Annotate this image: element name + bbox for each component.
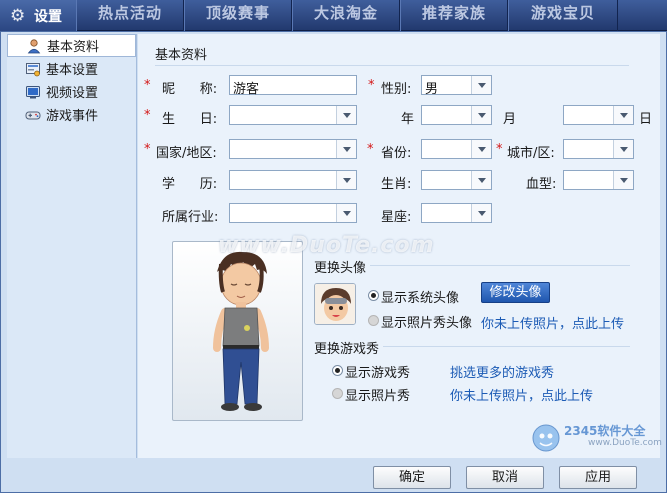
required-mark: * — [496, 142, 503, 157]
day-label: 日 — [639, 112, 653, 127]
industry-select[interactable] — [229, 203, 357, 223]
sidebar-item-game-events[interactable]: 游戏事件 — [7, 103, 136, 126]
show-photo-show-label: 显示照片秀 — [345, 389, 411, 404]
sidebar-item-label: 游戏事件 — [46, 109, 99, 124]
year-select[interactable] — [421, 105, 492, 125]
chevron-down-icon — [336, 204, 356, 222]
show-photo-avatar-label: 显示照片秀头像 — [381, 316, 473, 331]
cancel-button[interactable]: 取消 — [466, 466, 544, 489]
site-watermark: www.DuoTe.com — [218, 233, 435, 258]
month-select[interactable] — [563, 105, 634, 125]
show-game-show-label: 显示游戏秀 — [345, 366, 411, 381]
province-select[interactable] — [421, 139, 492, 159]
sidebar-item-label: 基本资料 — [47, 40, 100, 55]
chevron-down-icon — [471, 140, 491, 158]
required-mark: * — [144, 142, 151, 157]
required-mark: * — [367, 142, 374, 157]
game-show-preview — [172, 241, 303, 421]
constellation-label: 星座: — [381, 210, 412, 225]
ok-button[interactable]: 确定 — [373, 466, 451, 489]
user-icon — [26, 38, 42, 54]
chevron-down-icon — [336, 171, 356, 189]
gamepad-icon — [25, 107, 41, 123]
show-photo-avatar-radio[interactable] — [368, 315, 379, 326]
show-photo-show-radio[interactable] — [332, 388, 343, 399]
profile-panel: 基本资料 * 昵 称: 游客 * 性别: 男 * 生 日: 年 月 日 * 国家… — [138, 34, 660, 458]
apply-button[interactable]: 应用 — [559, 466, 637, 489]
education-label: 学 历: — [162, 177, 218, 192]
chevron-down-icon — [613, 171, 633, 189]
required-mark: * — [144, 108, 151, 123]
chevron-down-icon — [471, 76, 491, 94]
section-title: 基本资料 — [155, 48, 208, 63]
country-label: 国家/地区: — [156, 146, 217, 161]
sidebar-item-label: 基本设置 — [46, 63, 99, 78]
country-select[interactable] — [229, 139, 357, 159]
settings-panel-icon — [25, 61, 41, 77]
zodiac-label: 生肖: — [381, 177, 412, 192]
sidebar-item-label: 视频设置 — [46, 86, 99, 101]
system-avatar-thumbnail — [314, 283, 356, 325]
upload-photo-show-link[interactable]: 你未上传照片，点此上传 — [450, 385, 593, 404]
corner-logo-watermark: 2345软件大全 www.DuoTe.com — [530, 418, 664, 460]
chevron-down-icon — [471, 204, 491, 222]
year-label: 年 — [401, 112, 415, 127]
avatar-face-icon — [315, 284, 355, 324]
chevron-down-icon — [471, 171, 491, 189]
industry-label: 所属行业: — [162, 210, 219, 225]
gender-value: 男 — [425, 82, 439, 97]
logo-url: www.DuoTe.com — [588, 438, 662, 448]
month-label: 月 — [503, 112, 517, 127]
province-label: 省份: — [381, 146, 412, 161]
change-avatar-title: 更换头像 — [314, 261, 367, 276]
gear-icon: ⚙ — [10, 5, 26, 26]
nickname-value: 游客 — [233, 82, 260, 97]
birthday-select[interactable] — [229, 105, 357, 125]
birthday-label: 生 日: — [162, 112, 218, 127]
logo-mascot-icon — [532, 424, 560, 452]
blood-type-label: 血型: — [526, 177, 557, 192]
modify-avatar-button[interactable]: 修改头像 — [481, 282, 550, 303]
dialog-title: 设置 — [34, 8, 62, 25]
change-game-show-title: 更换游戏秀 — [314, 342, 380, 357]
gender-select[interactable]: 男 — [421, 75, 492, 97]
settings-dialog: ⚙ 设置 基本资料 基本设置 视频设置 游戏事件 基本资料 * 昵 称: 游客 … — [0, 0, 667, 493]
sidebar-item-basic-profile[interactable]: 基本资料 — [7, 34, 136, 57]
pick-more-game-shows-link[interactable]: 挑选更多的游戏秀 — [450, 362, 554, 381]
sidebar-item-video-settings[interactable]: 视频设置 — [7, 80, 136, 103]
education-select[interactable] — [229, 170, 357, 190]
show-game-show-radio[interactable] — [332, 365, 343, 376]
nickname-field[interactable]: 游客 — [229, 75, 357, 97]
logo-text: 2345软件大全 — [564, 424, 646, 438]
character-figure — [213, 251, 269, 411]
required-mark: * — [368, 78, 375, 93]
chevron-down-icon — [336, 106, 356, 124]
city-label: 城市/区: — [507, 146, 555, 161]
section-divider — [383, 346, 630, 347]
settings-sidebar: 基本资料 基本设置 视频设置 游戏事件 — [7, 34, 137, 458]
city-select[interactable] — [563, 139, 634, 159]
section-divider — [370, 265, 630, 266]
zodiac-select[interactable] — [421, 170, 492, 190]
constellation-select[interactable] — [421, 203, 492, 223]
show-system-avatar-radio[interactable] — [368, 290, 379, 301]
gender-label: 性别: — [381, 82, 412, 97]
required-mark: * — [144, 78, 151, 93]
chevron-down-icon — [471, 106, 491, 124]
blood-type-select[interactable] — [563, 170, 634, 190]
sidebar-item-basic-settings[interactable]: 基本设置 — [7, 57, 136, 80]
dialog-titlebar[interactable]: ⚙ 设置 — [0, 0, 76, 31]
chevron-down-icon — [336, 140, 356, 158]
section-divider — [155, 65, 629, 66]
video-icon — [25, 84, 41, 100]
chevron-down-icon — [613, 140, 633, 158]
nickname-label: 昵 称: — [162, 82, 218, 97]
upload-photo-link[interactable]: 你未上传照片，点此上传 — [481, 313, 624, 332]
show-system-avatar-label: 显示系统头像 — [381, 291, 460, 306]
chevron-down-icon — [613, 106, 633, 124]
